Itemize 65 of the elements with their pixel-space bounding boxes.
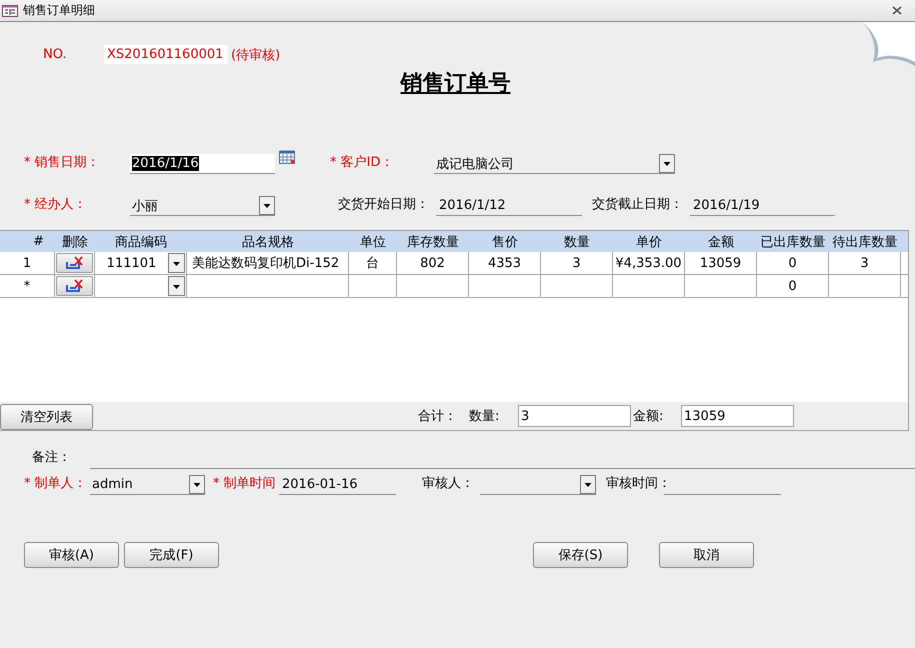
column-header: 品名规格 (241, 234, 295, 250)
form-heading: 销售订单号 (398, 69, 512, 98)
order-status: (待审核) (231, 46, 280, 64)
text-field[interactable]: 2016/1/12 (436, 196, 582, 216)
table-cell-text: 台 (366, 255, 379, 272)
text-field[interactable]: 2016/1/19 (690, 196, 835, 216)
field-label: 审核人： (422, 475, 475, 493)
quantity-total-field: 3 (518, 405, 631, 427)
table-cell: 1 (22, 256, 32, 270)
calendar-icon[interactable] (279, 150, 295, 164)
action-button[interactable]: 审核(A) (24, 542, 119, 568)
dropdown-field[interactable] (480, 475, 596, 495)
table-cell-text: 111101 (106, 256, 158, 270)
date-field[interactable]: 2016/1/16 (130, 154, 275, 174)
quantity-label: 数量: (469, 408, 500, 425)
delete-row-button[interactable] (56, 253, 93, 273)
column-header: 待出库数量 (832, 234, 898, 250)
table-cell: 0 (788, 256, 797, 270)
table-cell: 13059 (700, 256, 742, 270)
form-icon (2, 4, 18, 16)
dropdown-field[interactable]: 小丽 (130, 196, 275, 216)
table-cell: 0 (788, 278, 797, 294)
field-label: * 销售日期： (24, 154, 101, 172)
table-cell: 4353 (488, 256, 522, 270)
table-cell: ¥4,353.00 (615, 256, 682, 270)
delete-icon (66, 256, 84, 270)
amount-total-field: 13059 (681, 405, 794, 427)
close-icon[interactable] (892, 6, 902, 15)
action-button[interactable]: 保存(S) (533, 542, 628, 568)
total-label: 合计： (418, 408, 457, 425)
table-cell: 3 (860, 256, 869, 270)
field-label: * 制单人： (24, 475, 88, 493)
table-cell: 3 (572, 256, 581, 270)
column-header: 售价 (491, 234, 519, 250)
column-header: 数量 (563, 234, 591, 250)
remark-label: 备注： (32, 449, 72, 467)
column-header: 商品编码 (114, 234, 168, 250)
delete-icon (66, 279, 84, 293)
field-label: 交货开始日期： (338, 196, 430, 214)
column-header: 金额 (707, 234, 735, 250)
order-number-label: NO. (43, 47, 68, 62)
action-button[interactable]: 完成(F) (124, 542, 219, 568)
column-header: 库存数量 (406, 234, 460, 250)
delete-row-button[interactable] (56, 276, 93, 296)
amount-label: 金额: (633, 408, 664, 425)
table-cell-text: 美能达数码复印机Di-152 (192, 255, 340, 272)
dropdown-field[interactable]: admin (90, 475, 205, 495)
field-label: * 经办人： (24, 196, 88, 214)
field-label: 交货截止日期： (592, 196, 684, 214)
order-number-field: XS201601160001 (104, 45, 228, 64)
window-title: 销售订单明细 (23, 2, 95, 19)
field-label: 审核时间： (606, 475, 664, 493)
column-header: 已出库数量 (760, 234, 826, 250)
table-cell: 802 (420, 256, 445, 270)
text-field[interactable]: 2016-01-16 (279, 475, 396, 495)
field-label: * 客户ID： (330, 154, 394, 172)
table-cell: * (24, 278, 30, 294)
column-header: # (32, 234, 45, 249)
action-button[interactable]: 取消 (659, 542, 754, 568)
column-header: 单价 (635, 234, 663, 250)
column-header: 删除 (61, 234, 89, 250)
clear-list-button[interactable]: 清空列表 (0, 404, 93, 430)
dropdown-field[interactable]: 成记电脑公司 (434, 154, 675, 174)
column-header: 单位 (359, 234, 387, 250)
field-label: * 制单时间 (213, 475, 277, 493)
